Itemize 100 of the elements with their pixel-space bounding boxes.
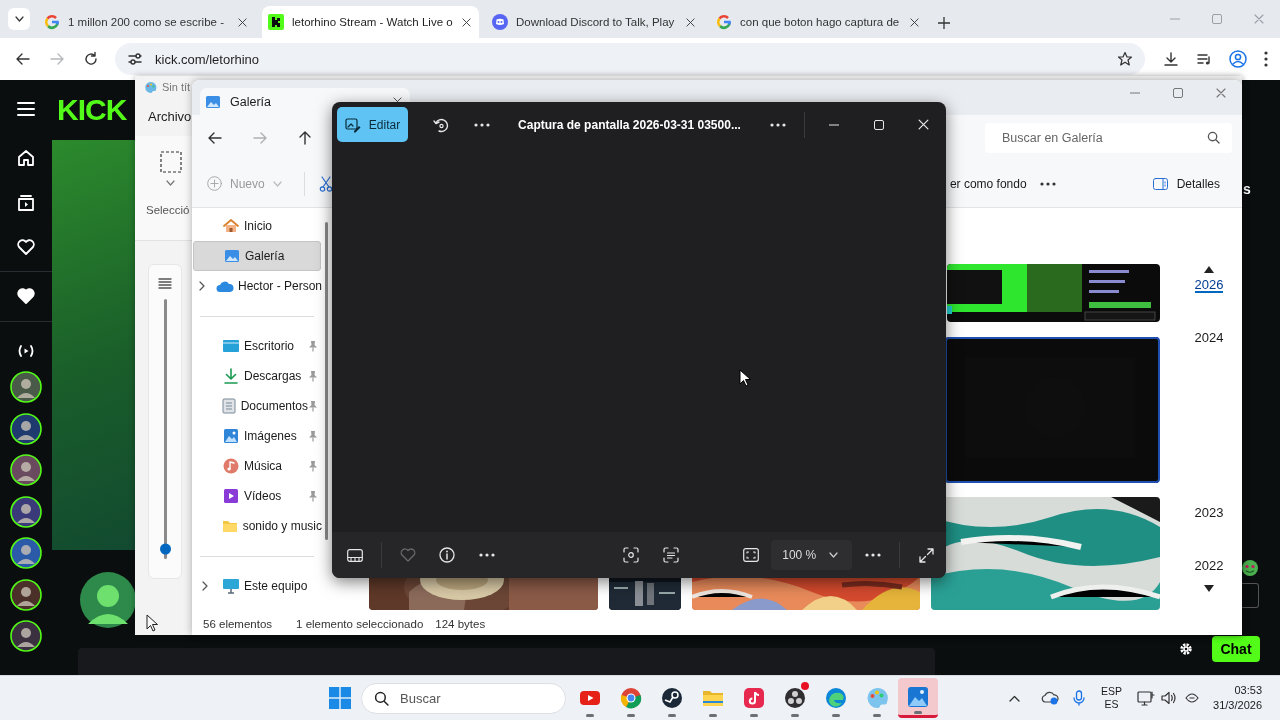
browser-tab[interactable]: letorhino Stream - Watch Live o — [262, 6, 479, 38]
search-icon[interactable] — [374, 690, 389, 706]
search-field[interactable]: Buscar en Galería — [985, 122, 1232, 153]
close-icon[interactable] — [686, 17, 695, 27]
settings-icon[interactable] — [1178, 641, 1194, 657]
avatar-icon[interactable] — [10, 454, 42, 486]
nav-item[interactable]: Imágenes — [192, 421, 322, 451]
kick-logo[interactable]: KICK — [57, 95, 135, 125]
visual-search-icon[interactable] — [622, 547, 639, 563]
timeline-year[interactable]: 2022 — [1194, 559, 1224, 573]
avatar-icon[interactable] — [10, 495, 42, 528]
pin-icon[interactable] — [308, 400, 318, 412]
caret-up-icon[interactable] — [1204, 266, 1214, 273]
rotate-icon[interactable] — [432, 116, 449, 133]
photos-app-icon[interactable] — [907, 685, 929, 708]
fit-to-window-icon[interactable] — [743, 548, 760, 562]
scrollbar[interactable] — [324, 222, 328, 540]
more-icon[interactable] — [865, 553, 882, 557]
timeline-year[interactable]: 2024 — [1194, 331, 1224, 345]
selection-icon[interactable] — [160, 151, 182, 173]
download-icon[interactable] — [1163, 51, 1179, 67]
nav-item[interactable]: sonido y music — [192, 511, 322, 541]
close-icon[interactable] — [910, 17, 919, 27]
details-button[interactable]: Detalles — [1152, 176, 1220, 191]
chevron-down-icon[interactable] — [14, 16, 24, 22]
emoji-icon[interactable] — [1242, 560, 1258, 576]
nav-item[interactable]: Documentos — [192, 391, 322, 421]
menu-icon[interactable] — [1264, 51, 1268, 67]
close-icon[interactable] — [462, 17, 471, 27]
home-icon[interactable] — [17, 149, 35, 167]
display-icon[interactable] — [1137, 690, 1156, 706]
volume-icon[interactable] — [1161, 691, 1178, 705]
menu-item[interactable]: Archivo — [148, 109, 192, 124]
nav-item[interactable]: Galería — [193, 241, 321, 271]
streamer-avatar-icon[interactable] — [80, 572, 136, 628]
edit-button[interactable]: Editar — [337, 107, 408, 142]
more-icon[interactable] — [473, 122, 490, 127]
new-tab-icon[interactable] — [938, 17, 950, 29]
browser-app-icon[interactable] — [620, 687, 642, 709]
search-field[interactable]: Buscar — [361, 682, 566, 714]
browser-tab[interactable]: 1 millon 200 como se escribe - — [38, 6, 255, 38]
clock[interactable]: 03:53 31/3/2026 — [1213, 683, 1262, 713]
recorder-app-icon[interactable] — [784, 687, 806, 709]
avatar-icon[interactable] — [10, 412, 42, 445]
layers-icon[interactable] — [158, 277, 172, 289]
pin-icon[interactable] — [308, 430, 318, 442]
nav-item[interactable]: Música — [192, 451, 322, 481]
cloud-icon[interactable] — [1041, 691, 1060, 705]
chevron-up-icon[interactable] — [1009, 694, 1021, 702]
network-icon[interactable] — [1184, 691, 1201, 705]
nav-item[interactable]: Vídeos — [192, 481, 322, 511]
live-icon[interactable] — [17, 344, 35, 358]
chevron-right-icon[interactable] — [202, 581, 208, 591]
details-pane-icon[interactable] — [1152, 177, 1168, 190]
web-browser-app-icon[interactable] — [825, 687, 847, 709]
reload-icon[interactable] — [83, 51, 99, 67]
pin-icon[interactable] — [308, 460, 318, 472]
browser-tab[interactable]: con que boton hago captura de — [710, 6, 927, 38]
avatar-icon[interactable] — [10, 620, 42, 652]
pin-icon[interactable] — [308, 370, 318, 382]
heart-icon[interactable] — [17, 288, 35, 304]
avatar-icon[interactable] — [10, 578, 42, 611]
paint-app-icon[interactable] — [866, 687, 888, 709]
media-control-icon[interactable] — [1196, 51, 1212, 67]
zoom-dropdown[interactable]: 100 % — [771, 540, 853, 570]
menu-icon[interactable] — [17, 102, 35, 116]
browser-tab[interactable]: Download Discord to Talk, Play — [486, 6, 703, 38]
nav-item[interactable]: Escritorio — [192, 331, 322, 361]
more-icon[interactable] — [1039, 181, 1056, 186]
site-info-icon[interactable] — [127, 51, 143, 67]
back-icon[interactable] — [15, 51, 31, 67]
timeline-year[interactable]: 2023 — [1194, 506, 1224, 520]
nav-item[interactable]: Este equipo — [192, 571, 322, 601]
language-indicator[interactable]: ESP ES — [1101, 685, 1123, 711]
music-video-app-icon[interactable] — [743, 687, 765, 709]
avatar-icon[interactable] — [10, 371, 42, 403]
chevron-right-icon[interactable] — [199, 281, 205, 291]
cut-icon[interactable] — [318, 175, 333, 192]
more-icon[interactable] — [769, 122, 786, 127]
more-icon[interactable] — [479, 553, 496, 557]
caret-down-icon[interactable] — [1204, 585, 1214, 592]
address-bar[interactable]: kick.com/letorhino — [115, 43, 1145, 75]
bookmark-star-icon[interactable] — [1117, 51, 1133, 67]
toolbar-item[interactable]: er como fondo — [949, 176, 1027, 191]
avatar-icon[interactable] — [10, 537, 42, 569]
chat-button[interactable]: Chat — [1212, 636, 1260, 662]
close-icon[interactable] — [238, 17, 247, 27]
info-icon[interactable] — [439, 547, 456, 563]
pin-icon[interactable] — [308, 490, 318, 502]
browse-icon[interactable] — [17, 194, 35, 212]
slider-thumb[interactable] — [159, 543, 171, 555]
text-extract-icon[interactable] — [662, 547, 679, 563]
microphone-icon[interactable] — [1073, 690, 1086, 706]
nav-item[interactable]: Hector - Person — [192, 271, 322, 301]
game-store-icon[interactable] — [661, 687, 683, 709]
start-icon[interactable] — [329, 687, 351, 709]
full-screen-icon[interactable] — [918, 547, 934, 563]
profile-icon[interactable] — [1229, 50, 1247, 68]
search-icon[interactable] — [1207, 131, 1220, 144]
timeline-year[interactable]: 2026 — [1194, 278, 1224, 293]
